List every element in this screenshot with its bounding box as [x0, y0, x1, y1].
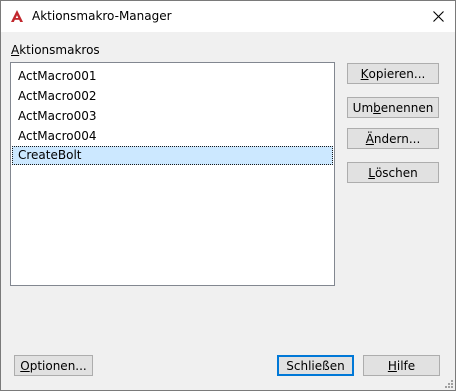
window-title: Aktionsmakro-Manager	[32, 9, 172, 23]
copy-button[interactable]: Kopieren...	[347, 63, 439, 84]
list-label: Aktionsmakros	[11, 43, 100, 57]
delete-button[interactable]: Löschen	[347, 162, 439, 183]
close-window-button[interactable]	[421, 1, 455, 32]
dialog-window: Aktionsmakro-Manager Aktionsmakros ActMa…	[0, 0, 456, 391]
help-button[interactable]: Hilfe	[363, 355, 440, 376]
list-item[interactable]: ActMacro003	[12, 107, 333, 126]
list-item[interactable]: ActMacro002	[12, 87, 333, 106]
autocad-logo-icon	[11, 10, 23, 22]
list-item-selected[interactable]: CreateBolt	[12, 146, 333, 165]
resize-grip-icon[interactable]	[443, 378, 453, 388]
action-macro-list[interactable]: ActMacro001 ActMacro002 ActMacro003 ActM…	[10, 62, 335, 286]
options-button[interactable]: Optionen...	[14, 355, 93, 376]
modify-button[interactable]: Ändern...	[347, 128, 439, 149]
list-item[interactable]: ActMacro001	[12, 67, 333, 86]
rename-button[interactable]: Um b enennen	[347, 97, 439, 118]
close-icon	[432, 11, 444, 22]
title-bar: Aktionsmakro-Manager	[1, 1, 455, 32]
close-button[interactable]: Schließen	[277, 355, 354, 376]
list-item[interactable]: ActMacro004	[12, 127, 333, 146]
